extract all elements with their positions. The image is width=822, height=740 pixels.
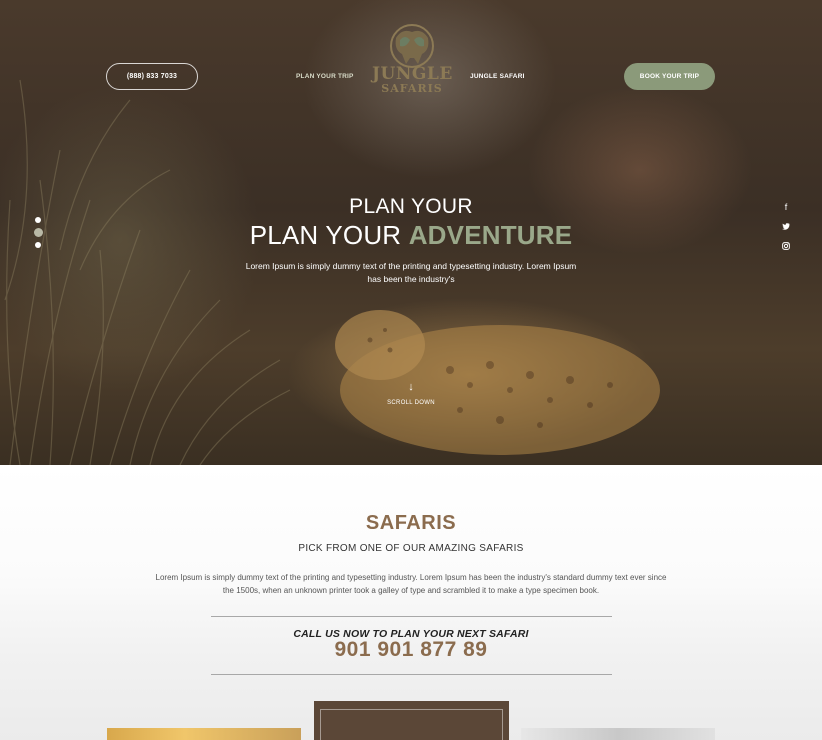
safaris-section: SAFARIS PICK FROM ONE OF OUR AMAZING SAF… (0, 465, 822, 740)
card-frame (320, 709, 503, 740)
scroll-down-link[interactable]: SCROLL DOWN (0, 400, 822, 406)
section-description: Lorem Ipsum is simply dummy text of the … (155, 573, 667, 595)
hero-description: Lorem Ipsum is simply dummy text of the … (245, 261, 577, 284)
hero-banner: (888) 833 7033 PLAN YOUR TRIP JUNGLE SAF… (0, 0, 822, 465)
nav-plan-your-trip[interactable]: PLAN YOUR TRIP (296, 73, 354, 80)
safari-card-lion[interactable] (107, 728, 301, 740)
nav-jungle-safari[interactable]: JUNGLE SAFARI (470, 73, 525, 80)
divider (211, 616, 612, 617)
phone-button[interactable]: (888) 833 7033 (106, 63, 198, 90)
section-subtitle: PICK FROM ONE OF OUR AMAZING SAFARIS (298, 543, 524, 554)
hero-subtitle: PLAN YOUR (349, 195, 473, 218)
safari-card-zebra[interactable] (521, 728, 715, 740)
call-phone-number[interactable]: 901 901 877 89 (0, 638, 822, 662)
safari-card-featured[interactable] (314, 701, 509, 740)
hero-title-accent: ADVENTURE (408, 220, 573, 250)
logo-text-jungle: JUNGLE (372, 64, 453, 84)
cheetah-image (335, 310, 660, 455)
book-your-trip-button[interactable]: BOOK YOUR TRIP (624, 63, 715, 90)
arrow-down-icon[interactable]: ↓ (406, 381, 416, 393)
divider (211, 674, 612, 675)
jungle-safaris-logo[interactable]: JUNGLE SAFARIS (372, 24, 452, 100)
section-title: SAFARIS (365, 512, 457, 534)
hero-title: PLAN YOUR ADVENTURE (0, 220, 822, 251)
hero-title-plain: PLAN YOUR (249, 220, 409, 250)
logo-text-safaris: SAFARIS (381, 82, 443, 95)
